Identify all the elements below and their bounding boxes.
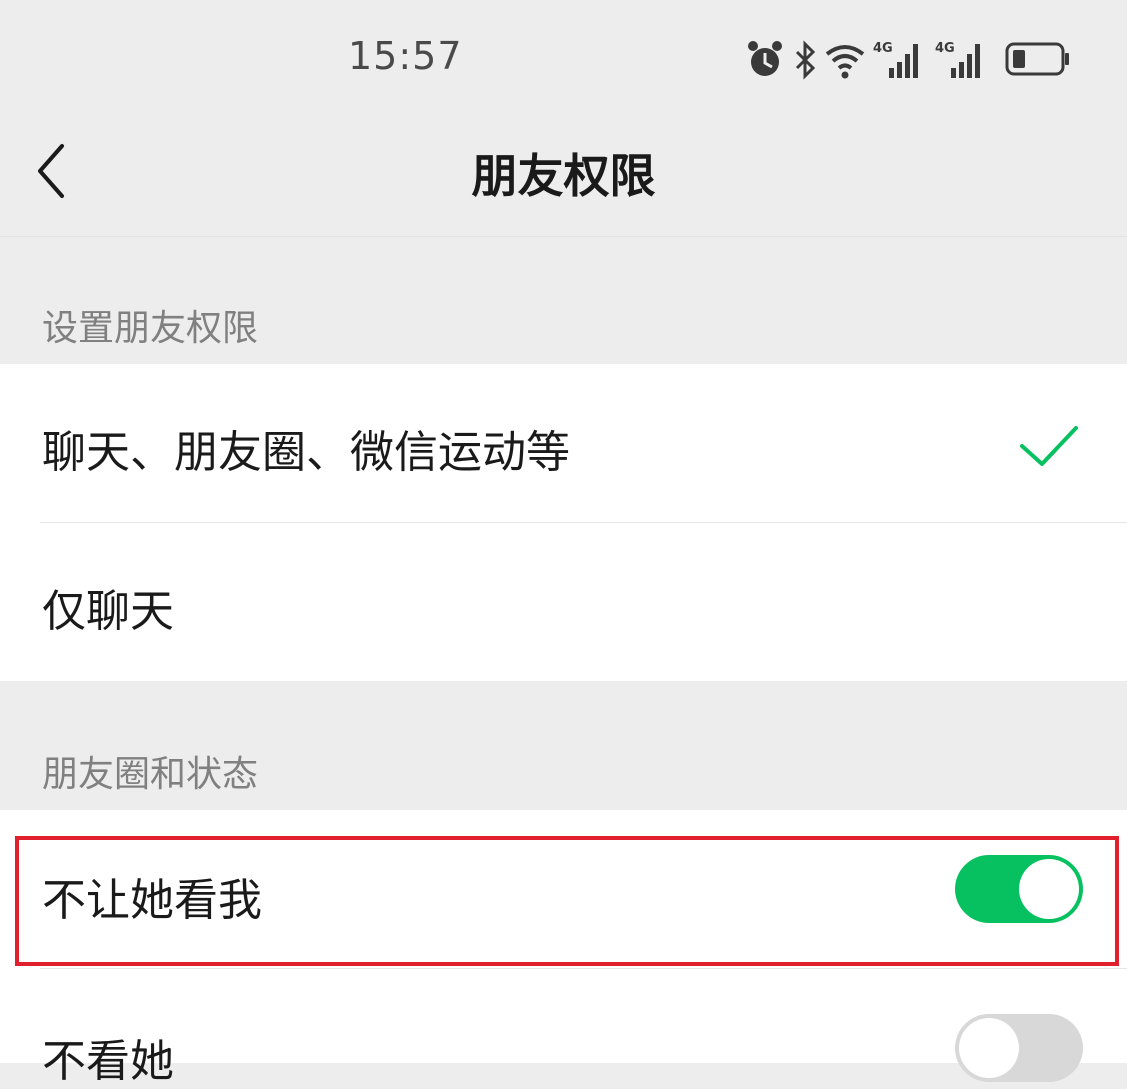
network-label: 4G — [873, 41, 893, 56]
row-hide-her-posts[interactable]: 不看她 — [0, 969, 1127, 1087]
status-bar: 15:57 4G 4G — [0, 0, 1127, 120]
bluetooth-icon — [795, 40, 816, 80]
section-header-moments: 朋友圈和状态 — [42, 754, 259, 795]
battery-icon — [1005, 42, 1069, 76]
network-label: 4G — [935, 41, 955, 56]
signal-4g-icon — [951, 44, 980, 78]
hide-my-posts-toggle[interactable] — [955, 855, 1083, 923]
wifi-icon — [825, 45, 865, 79]
toggle-knob — [1019, 859, 1079, 919]
section-header-permissions: 设置朋友权限 — [42, 308, 259, 349]
toggle-knob — [959, 1018, 1019, 1078]
option-label: 聊天、朋友圈、微信运动等 — [42, 427, 570, 478]
nav-bar: 朋友权限 — [0, 120, 1127, 237]
moments-group: 不让她看我 不看她 — [0, 810, 1127, 1087]
page-title: 朋友权限 — [471, 149, 656, 203]
signal-4g-icon — [889, 44, 918, 78]
status-time: 15:57 — [348, 34, 463, 78]
option-chat-only[interactable]: 仅聊天 — [0, 523, 1127, 681]
row-label: 不看她 — [42, 1036, 174, 1087]
option-label: 仅聊天 — [42, 586, 174, 637]
permissions-group: 聊天、朋友圈、微信运动等 仅聊天 — [0, 364, 1127, 681]
row-hide-my-posts[interactable]: 不让她看我 — [0, 810, 1127, 968]
alarm-icon — [748, 41, 782, 76]
hide-her-posts-toggle[interactable] — [955, 1014, 1083, 1082]
status-icons: 4G 4G — [745, 36, 1075, 84]
check-icon — [1020, 426, 1078, 466]
option-chat-moments-werun[interactable]: 聊天、朋友圈、微信运动等 — [0, 364, 1127, 522]
row-label: 不让她看我 — [42, 875, 262, 926]
